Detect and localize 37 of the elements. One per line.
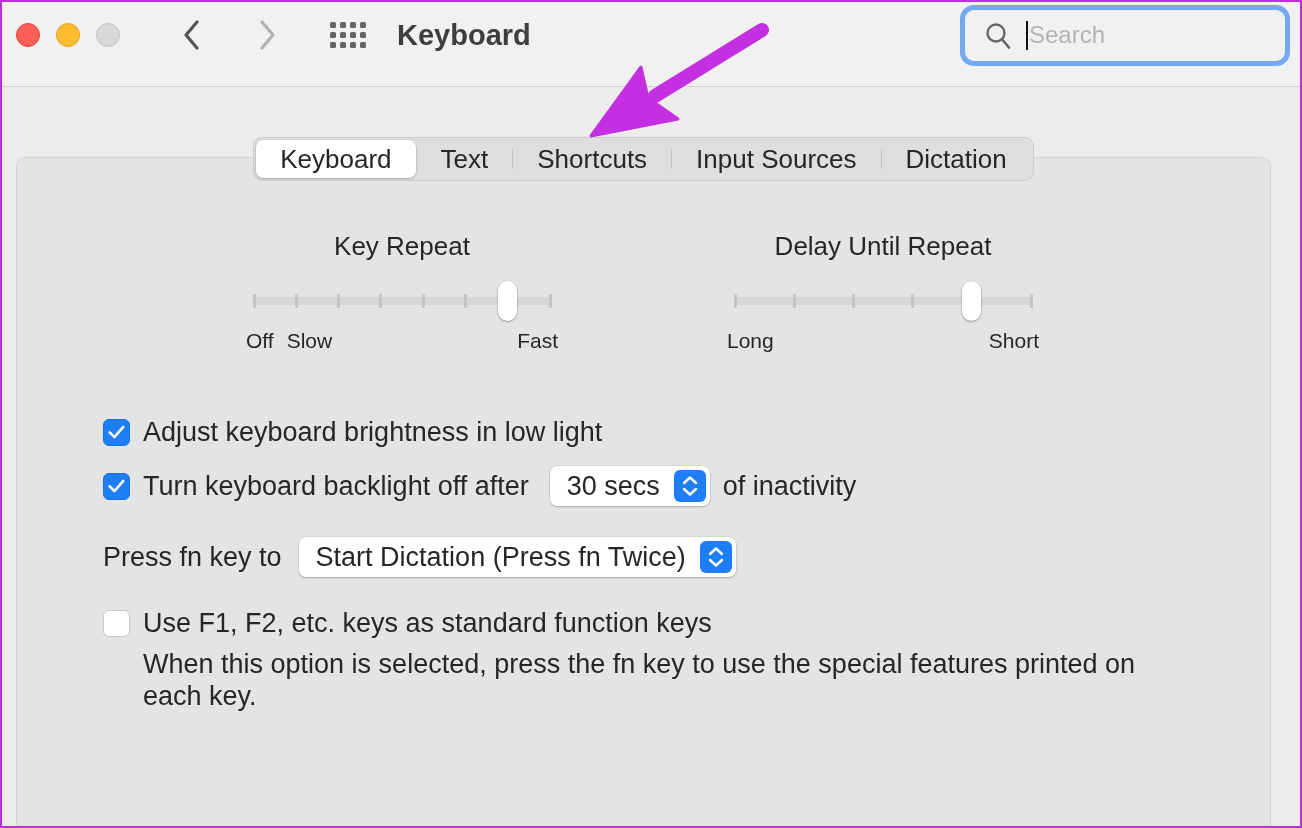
- tab[interactable]: Text: [416, 140, 513, 178]
- search-field[interactable]: Search: [960, 4, 1290, 66]
- popup-button[interactable]: 30 secs: [549, 466, 710, 506]
- tab[interactable]: Dictation: [881, 140, 1031, 178]
- slider-label: Short: [988, 329, 1039, 353]
- slider-label: Off: [246, 329, 274, 353]
- popup-label: Press fn key to: [103, 542, 282, 572]
- checkbox-label: Adjust keyboard brightness in low light: [143, 417, 603, 447]
- checkmark-icon: [108, 425, 125, 439]
- stepper-arrows-icon: [699, 541, 732, 573]
- slider-thumb[interactable]: [962, 281, 982, 321]
- stepper-arrows-icon: [673, 470, 706, 502]
- tab[interactable]: Shortcuts: [513, 140, 672, 178]
- slider-title: Key Repeat: [334, 231, 470, 261]
- search-icon: [985, 21, 1011, 50]
- grid-icon[interactable]: [330, 22, 366, 48]
- slider-label: Long: [727, 329, 774, 353]
- slider-thumb[interactable]: [498, 281, 518, 321]
- slider-label: Fast: [517, 329, 558, 353]
- tab[interactable]: Input Sources: [672, 140, 881, 178]
- slider-label: Slow: [286, 329, 333, 353]
- close-button[interactable]: [16, 23, 40, 47]
- slider-title: Delay Until Repeat: [774, 231, 992, 261]
- popup-button[interactable]: Start Dictation (Press fn Twice): [298, 537, 736, 577]
- checkbox-label: Turn keyboard backlight off after: [143, 471, 529, 501]
- text-cursor-icon: [1026, 20, 1028, 50]
- description-text: When this option is selected, press the fn key to use the special features printed on each key.: [143, 648, 1137, 712]
- tab[interactable]: Keyboard: [256, 140, 416, 178]
- suffix-label: of inactivity: [722, 471, 857, 501]
- minimize-button[interactable]: [56, 23, 80, 47]
- chevron-left-icon[interactable]: [183, 19, 201, 51]
- checkbox[interactable]: [103, 418, 130, 446]
- checkbox[interactable]: [103, 609, 130, 637]
- window-title: Keyboard: [397, 18, 531, 52]
- checkbox[interactable]: [103, 472, 130, 500]
- checkmark-icon: [108, 479, 125, 493]
- checkbox-label: Use F1, F2, etc. keys as standard function keys: [143, 608, 712, 638]
